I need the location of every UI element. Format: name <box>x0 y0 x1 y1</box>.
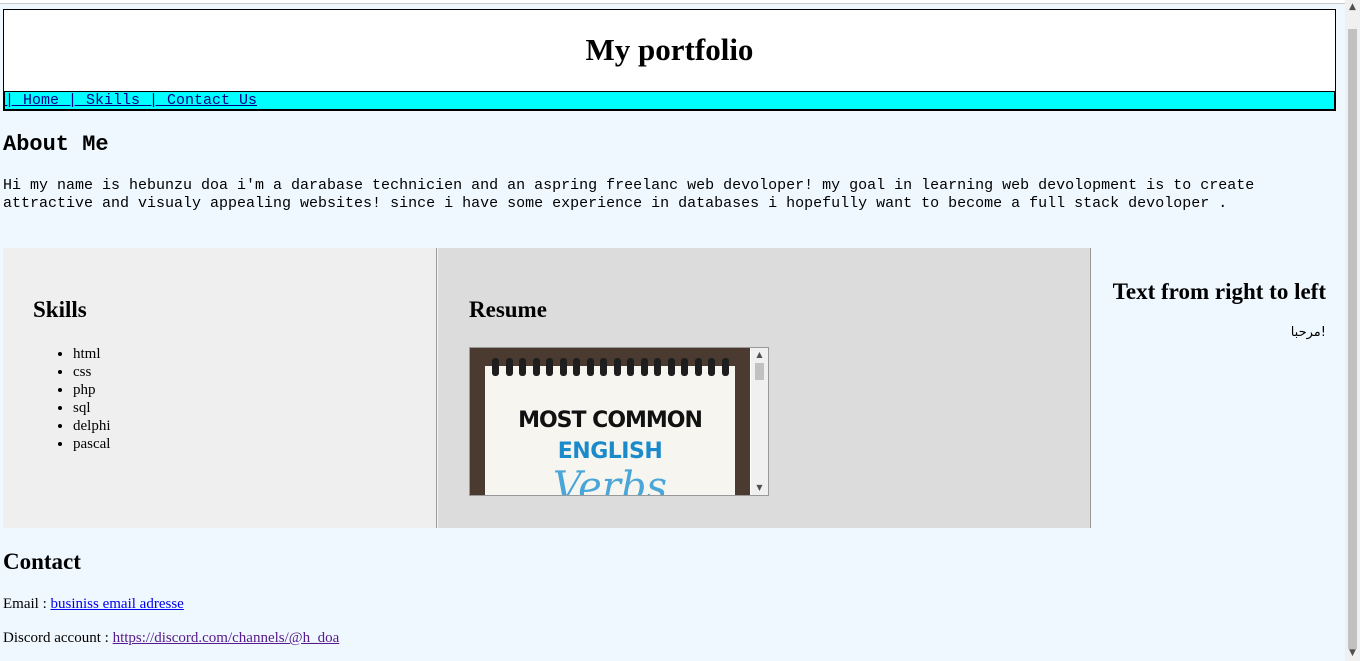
rtl-text: !مرحبا <box>1290 325 1326 340</box>
nav-bar: | Home | Skills | Contact Us <box>4 91 1335 110</box>
skill-item-sql: sql <box>73 399 111 417</box>
resume-section: Resume MOST COMMON ENGLISH Verbs ▲ ▼ <box>438 248 1091 528</box>
rtl-heading: Text from right to left <box>1112 279 1326 304</box>
contact-heading: Contact <box>3 549 81 574</box>
nav-link-skills[interactable]: | Skills <box>68 92 149 109</box>
skill-item-pascal: pascal <box>73 435 111 453</box>
scroll-up-arrow-icon[interactable]: ▲ <box>751 348 768 362</box>
skill-item-css: css <box>73 363 111 381</box>
page-scroll-up-icon[interactable]: ▲ <box>1345 0 1360 15</box>
browser-top-edge <box>0 0 1345 4</box>
image-text-line-3: Verbs <box>552 464 668 495</box>
skill-item-html: html <box>73 345 111 363</box>
discord-label: Discord account : <box>3 630 113 646</box>
image-text-line-1: MOST COMMON <box>518 408 703 433</box>
email-link[interactable]: businiss email adresse <box>51 596 184 612</box>
resume-embed-frame[interactable]: MOST COMMON ENGLISH Verbs ▲ ▼ <box>469 347 769 496</box>
notebook-spiral-icon <box>492 358 732 376</box>
nav-link-contact[interactable]: | Contact Us <box>149 92 257 109</box>
discord-line: Discord account : https://discord.com/ch… <box>3 629 339 647</box>
email-label: Email : <box>3 596 51 612</box>
email-line: Email : businiss email adresse <box>3 595 184 613</box>
page-scrollbar-thumb[interactable] <box>1348 29 1357 649</box>
skill-item-delphi: delphi <box>73 417 111 435</box>
image-text-line-2: ENGLISH <box>557 439 663 464</box>
scroll-down-arrow-icon[interactable]: ▼ <box>751 481 768 495</box>
discord-link[interactable]: https://discord.com/channels/@h_doa <box>113 630 340 646</box>
page-scroll-down-icon[interactable]: ▼ <box>1345 646 1360 661</box>
skill-item-php: php <box>73 381 111 399</box>
page-title: My portfolio <box>585 32 754 67</box>
about-heading: About Me <box>3 132 109 157</box>
resume-image: MOST COMMON ENGLISH Verbs <box>470 348 750 495</box>
about-text: Hi my name is hebunzu doa i'm a darabase… <box>3 177 1255 212</box>
page-scrollbar[interactable]: ▲ ▼ <box>1345 0 1360 661</box>
frame-scrollbar[interactable]: ▲ ▼ <box>751 348 768 495</box>
skills-list: html css php sql delphi pascal <box>33 345 111 453</box>
frame-scrollbar-thumb[interactable] <box>755 363 764 380</box>
resume-heading: Resume <box>469 297 547 322</box>
nav-link-home[interactable]: | Home <box>5 92 68 109</box>
site-header: My portfolio | Home | Skills | Contact U… <box>3 9 1336 111</box>
skills-heading: Skills <box>33 297 87 322</box>
skills-section: Skills html css php sql delphi pascal <box>3 248 437 528</box>
rtl-section: Text from right to left !مرحبا <box>1092 248 1326 528</box>
